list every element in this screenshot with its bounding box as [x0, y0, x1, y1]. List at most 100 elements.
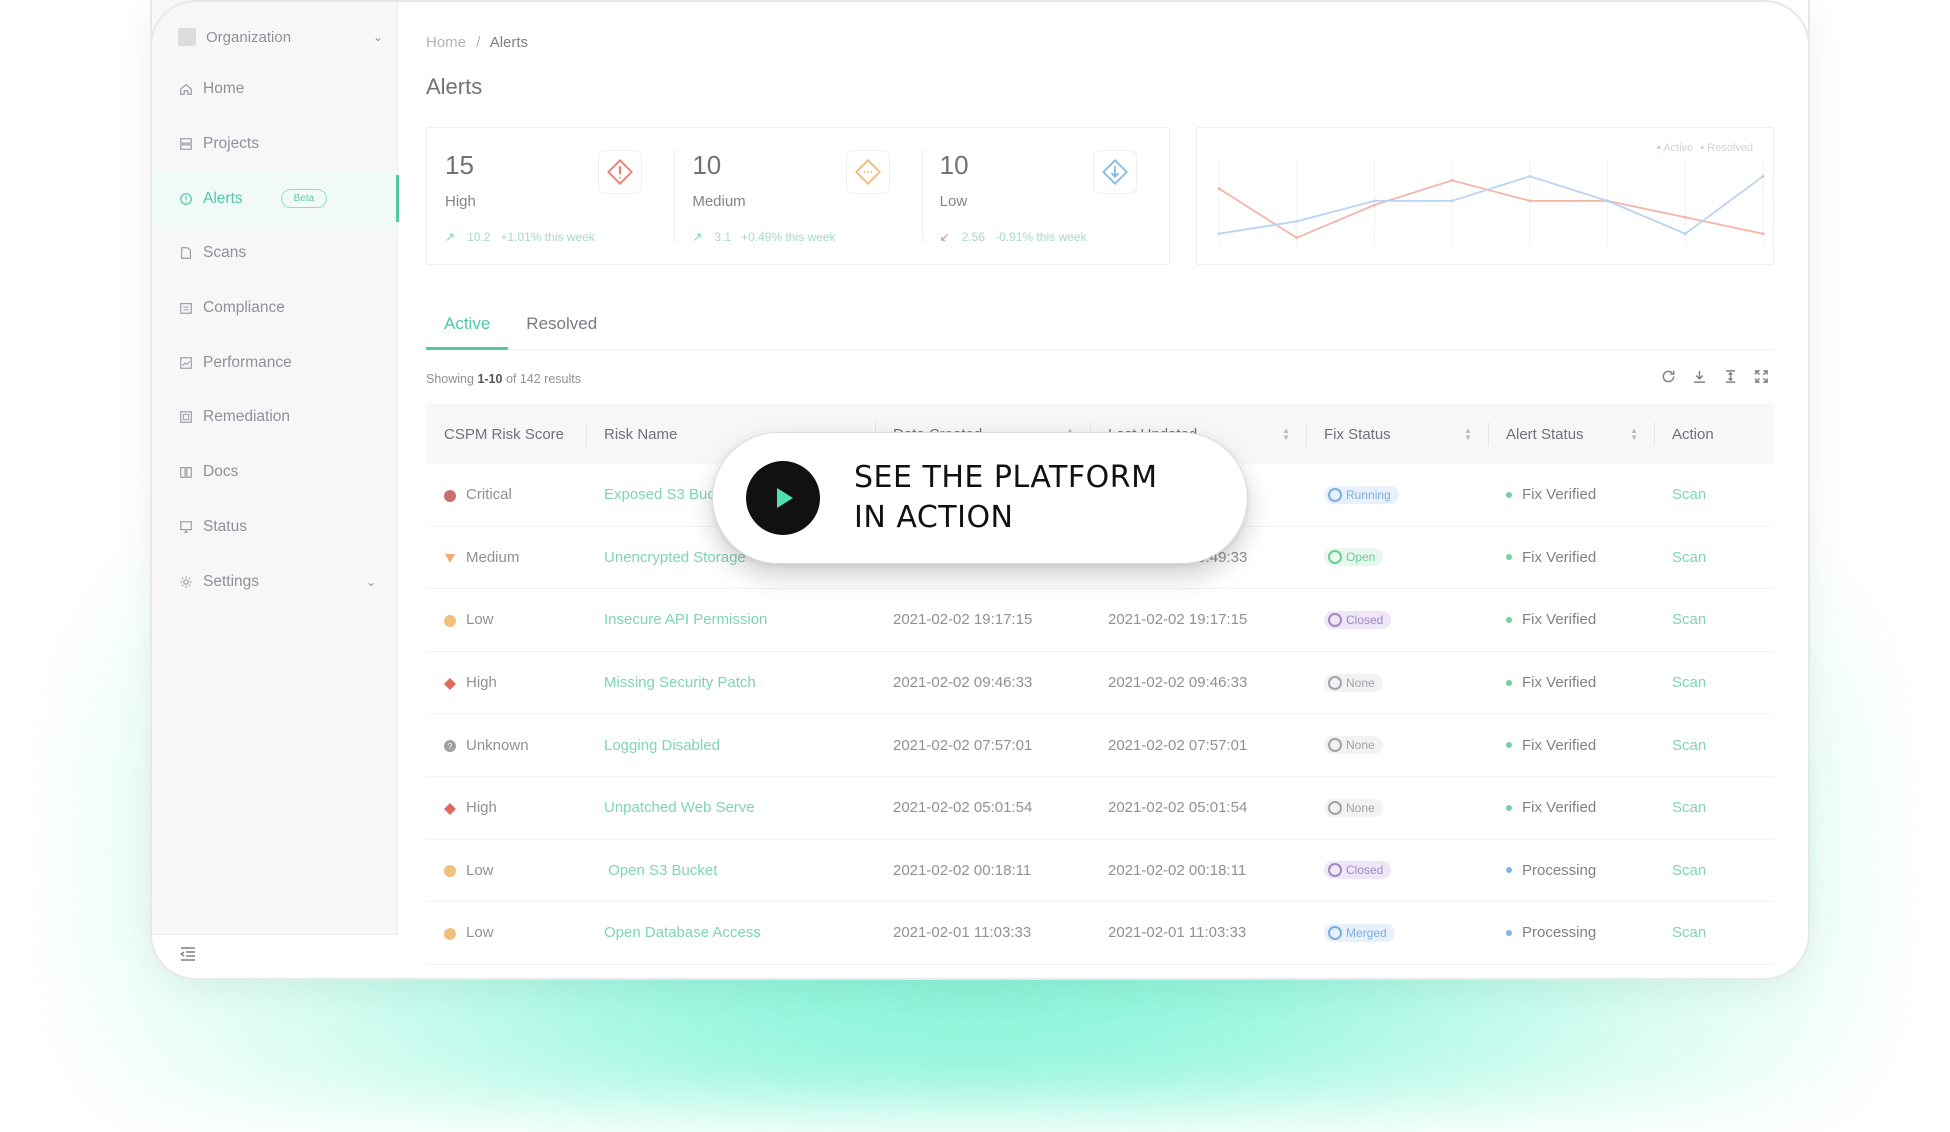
- stat-label: High: [445, 193, 476, 210]
- see-platform-cta[interactable]: SEE THE PLATFORM IN ACTION: [712, 432, 1248, 564]
- risk-score-cell: Critical: [426, 464, 586, 526]
- risk-name-link[interactable]: Logging Disabled: [604, 737, 720, 754]
- organization-selector[interactable]: Organization ⌄: [178, 28, 383, 46]
- results-count: Showing 1-10 of 142 results: [426, 372, 581, 386]
- scan-action-link[interactable]: Scan: [1672, 674, 1706, 691]
- table-row[interactable]: High Missing Security Patch 2021-02-02 0…: [426, 652, 1774, 715]
- risk-score-label: High: [466, 674, 497, 692]
- sidebar-item-label: Projects: [203, 135, 259, 153]
- sidebar-item-performance[interactable]: Performance: [152, 335, 398, 390]
- scan-action-link[interactable]: Scan: [1672, 486, 1706, 503]
- action-cell: Scan: [1654, 840, 1774, 902]
- stat-label: Medium: [692, 193, 746, 210]
- action-cell: Scan: [1654, 652, 1774, 714]
- alert-circle-icon: [178, 191, 193, 206]
- fix-status-label: None: [1346, 800, 1375, 815]
- sidebar-item-alerts[interactable]: Alerts Beta: [152, 171, 399, 227]
- table-row[interactable]: High Unpatched Web Serve 2021-02-02 05:0…: [426, 777, 1774, 840]
- sidebar-item-label: Alerts: [203, 189, 243, 207]
- sidebar-item-label: Compliance: [203, 299, 285, 317]
- scan-action-link[interactable]: Scan: [1672, 611, 1706, 628]
- sidebar: Organization ⌄ Home Projects Alerts Beta Sca…: [152, 0, 399, 978]
- sidebar-item-status[interactable]: Status: [152, 500, 398, 555]
- scan-action-link[interactable]: Scan: [1672, 924, 1706, 941]
- status-dot: [1506, 929, 1512, 936]
- stat-trend: ↙ 2.56 -0.91% this week: [940, 230, 1151, 244]
- alert-status-cell: Fix Verified: [1488, 464, 1654, 526]
- risk-name-cell: Missing Security Patch: [586, 652, 875, 714]
- sort-icon[interactable]: ▲▼: [1282, 427, 1290, 442]
- trend-pct: +0.49% this week: [741, 230, 836, 244]
- play-icon: [777, 488, 793, 508]
- breadcrumb-separator: /: [476, 34, 481, 51]
- risk-score-label: Low: [466, 924, 494, 942]
- scan-action-link[interactable]: Scan: [1672, 862, 1706, 879]
- risk-name-link[interactable]: Open Database Access: [604, 924, 761, 941]
- table-row[interactable]: Low Open Database Access 2021-02-01 11:0…: [426, 902, 1774, 965]
- alert-status-cell: Fix Verified: [1488, 777, 1654, 839]
- table-row[interactable]: ? Unknown Logging Disabled 2021-02-02 07…: [426, 714, 1774, 777]
- risk-name-link[interactable]: Insecure API Permission: [604, 611, 767, 628]
- sidebar-item-remediation[interactable]: Remediation: [152, 390, 398, 445]
- alert-status-label: Fix Verified: [1522, 486, 1597, 504]
- last-updated-cell: 2021-02-02 19:17:15: [1108, 611, 1248, 629]
- table-toolbar: [1660, 368, 1770, 385]
- column-header[interactable]: Alert Status ▲ ▼: [1488, 404, 1654, 464]
- column-height-icon[interactable]: [1722, 368, 1739, 385]
- sidebar-item-settings[interactable]: Settings ⌄: [152, 554, 398, 609]
- date-created-cell: 2021-02-02 19:17:15: [893, 611, 1033, 629]
- column-header[interactable]: Action: [1654, 404, 1774, 464]
- severity-critical-icon: [444, 489, 456, 502]
- sidebar-item-label: Home: [203, 80, 245, 98]
- column-header-label: Fix Status: [1324, 425, 1391, 443]
- fix-status-label: Closed: [1346, 863, 1384, 878]
- fullscreen-icon[interactable]: [1753, 368, 1770, 385]
- chevron-down-icon: ⌄: [372, 30, 383, 44]
- trend-pct: +1.01% this week: [500, 230, 595, 244]
- remediation-icon: [178, 410, 193, 425]
- sort-icon[interactable]: ▲▼: [1630, 427, 1638, 442]
- stat-trend: ↗ 3.1 +0.49% this week: [692, 230, 903, 244]
- data-point-resolved: [1683, 232, 1687, 236]
- sidebar-item-label: Status: [203, 517, 247, 535]
- risk-name-link[interactable]: Missing Security Patch: [604, 674, 756, 691]
- sidebar-item-projects[interactable]: Projects: [152, 117, 398, 172]
- tab-active[interactable]: Active: [426, 308, 509, 350]
- tab-resolved[interactable]: Resolved: [508, 308, 615, 349]
- risk-name-link[interactable]: Unencrypted Storage: [604, 549, 746, 566]
- download-icon[interactable]: [1691, 368, 1708, 385]
- risk-score-cell: Medium: [426, 527, 586, 589]
- fix-status-label: None: [1346, 675, 1375, 690]
- sidebar-item-compliance[interactable]: Compliance: [152, 281, 398, 336]
- sort-icon[interactable]: ▲▼: [1464, 427, 1472, 442]
- scan-action-link[interactable]: Scan: [1672, 799, 1706, 816]
- table-row[interactable]: Low Insecure API Permission 2021-02-02 1…: [426, 589, 1774, 652]
- fix-status-cell: None: [1306, 777, 1488, 839]
- column-header-label: Action: [1672, 425, 1714, 443]
- sidebar-item-scans[interactable]: Scans: [152, 226, 398, 281]
- risk-score-label: Low: [466, 611, 494, 629]
- scan-action-link[interactable]: Scan: [1672, 737, 1706, 754]
- severity-high-icon: [444, 677, 456, 690]
- column-header[interactable]: Fix Status ▲ ▼: [1306, 404, 1488, 464]
- fix-status-badge: Open: [1324, 548, 1384, 567]
- collapse-sidebar-button[interactable]: [152, 934, 398, 978]
- sidebar-item-home[interactable]: Home: [152, 62, 398, 117]
- risk-name-link[interactable]: Open S3 Bucket: [604, 862, 717, 879]
- table-row[interactable]: Low Open S3 Bucket 2021-02-02 00:18:11 2…: [426, 840, 1774, 903]
- stat-label: Low: [939, 193, 968, 210]
- beta-badge: Beta: [280, 189, 328, 209]
- breadcrumb-home[interactable]: Home: [426, 34, 466, 51]
- date-created-cell: 2021-02-01 11:03:33: [893, 924, 1032, 942]
- sidebar-item-docs[interactable]: Docs: [152, 445, 398, 500]
- fix-status-badge: None: [1324, 673, 1383, 692]
- risk-name-link[interactable]: Unpatched Web Serve: [604, 799, 755, 816]
- refresh-icon[interactable]: [1660, 368, 1677, 385]
- play-button[interactable]: [746, 461, 820, 535]
- column-header[interactable]: CSPM Risk Score: [426, 404, 586, 464]
- page-title: Alerts: [426, 74, 483, 99]
- fix-status-cell: None: [1306, 714, 1488, 776]
- alert-status-cell: Fix Verified: [1488, 652, 1654, 714]
- scan-action-link[interactable]: Scan: [1672, 549, 1706, 566]
- fix-status-badge: Running: [1324, 485, 1399, 504]
